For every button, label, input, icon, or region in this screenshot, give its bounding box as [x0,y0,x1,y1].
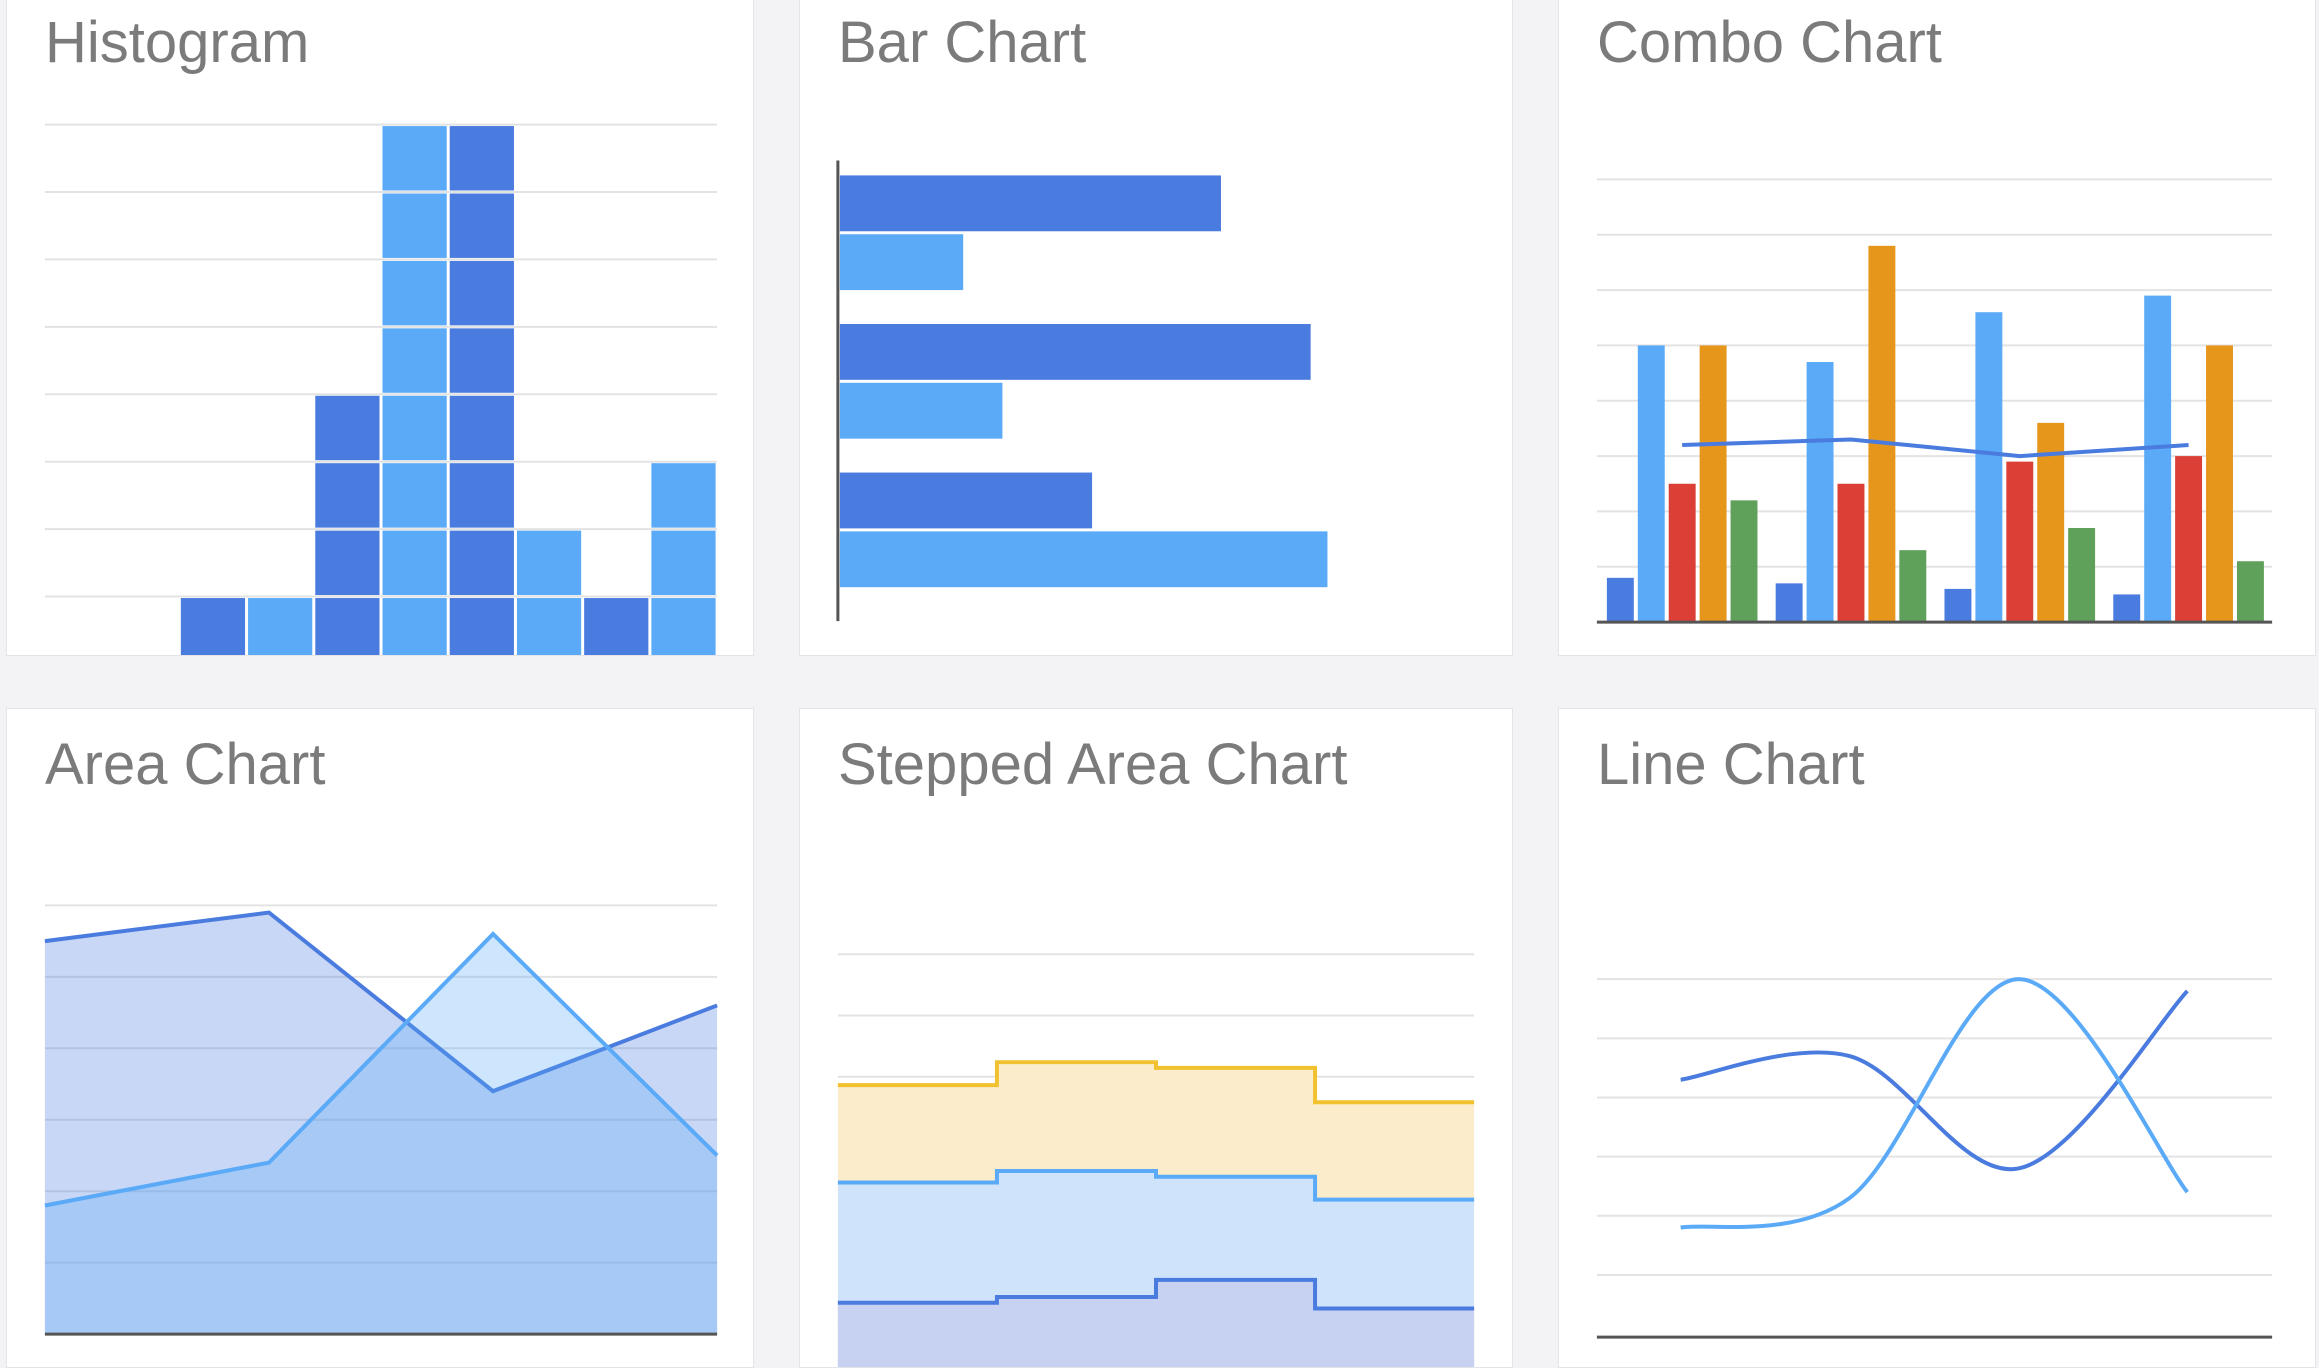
combo-bar [1899,550,1927,623]
combo-bar [1837,483,1865,623]
bar-chart [836,160,1328,622]
histogram-block [382,126,447,191]
chart-card-stepped-area[interactable]: Stepped Area Chart [799,708,1513,1368]
histogram-block [315,530,380,596]
combo-bar [2113,594,2141,623]
card-title: Histogram [45,10,310,75]
histogram-block [584,598,649,655]
histogram-block [651,530,716,596]
bar [839,472,1093,529]
stepped-area-chart [837,953,1475,1367]
combo-bar [1944,588,1972,623]
histogram-block [382,193,447,258]
line-chart [1596,977,2273,1339]
histogram-block [449,530,514,596]
chart-card-area[interactable]: Area Chart [6,708,754,1368]
combo-bar [1868,245,1896,623]
combo-bar [1668,483,1696,623]
histogram-block [382,328,447,393]
combo-bar [2144,295,2172,623]
histogram-block [449,260,514,326]
chart-card-bar[interactable]: Bar Chart [799,0,1513,656]
card-title: Line Chart [1597,732,1865,797]
card-title: Area Chart [45,732,326,797]
combo-bar [1699,345,1727,623]
histogram-block [315,395,380,461]
combo-bar [1637,345,1665,623]
histogram-block [382,530,447,596]
combo-bar [1806,362,1834,623]
bar [839,382,1003,439]
card-title: Bar Chart [838,10,1087,75]
histogram-block [180,598,246,655]
line-series [1680,989,2189,1172]
histogram-block [248,598,313,655]
histogram-block [516,530,582,596]
histogram-block [449,328,514,393]
histogram-block [516,598,582,655]
combo-bar [1606,577,1634,623]
histogram-block [449,463,514,528]
combo-bar [2068,528,2096,623]
combo-chart [1596,178,2273,624]
histogram-block [449,126,514,191]
histogram-chart [44,123,718,655]
combo-bar [2175,456,2203,623]
combo-bar [2236,561,2264,623]
histogram-block [449,395,514,461]
combo-bar [2206,345,2233,623]
combo-bar [2006,461,2034,623]
area-chart [44,904,719,1336]
histogram-block [315,463,380,528]
histogram-block [651,463,716,528]
histogram-block [382,395,447,461]
histogram-block [449,193,514,258]
histogram-block [382,260,447,326]
histogram-block [382,463,447,528]
combo-bar [1775,583,1803,623]
combo-bar [1730,500,1758,623]
bar [839,531,1328,588]
bar [839,323,1311,380]
combo-bar [1975,312,2003,623]
card-title: Stepped Area Chart [838,732,1348,797]
histogram-block [315,598,380,655]
line-series [1680,977,2189,1230]
chart-card-histogram[interactable]: Histogram [6,0,754,656]
bar [839,234,964,291]
histogram-block [382,598,447,655]
bar [839,175,1221,232]
histogram-block [651,598,716,655]
histogram-block [449,598,514,655]
chart-card-line[interactable]: Line Chart [1558,708,2316,1368]
card-title: Combo Chart [1597,10,1942,75]
combo-line [1682,437,2189,459]
chart-card-combo[interactable]: Combo Chart [1558,0,2316,656]
